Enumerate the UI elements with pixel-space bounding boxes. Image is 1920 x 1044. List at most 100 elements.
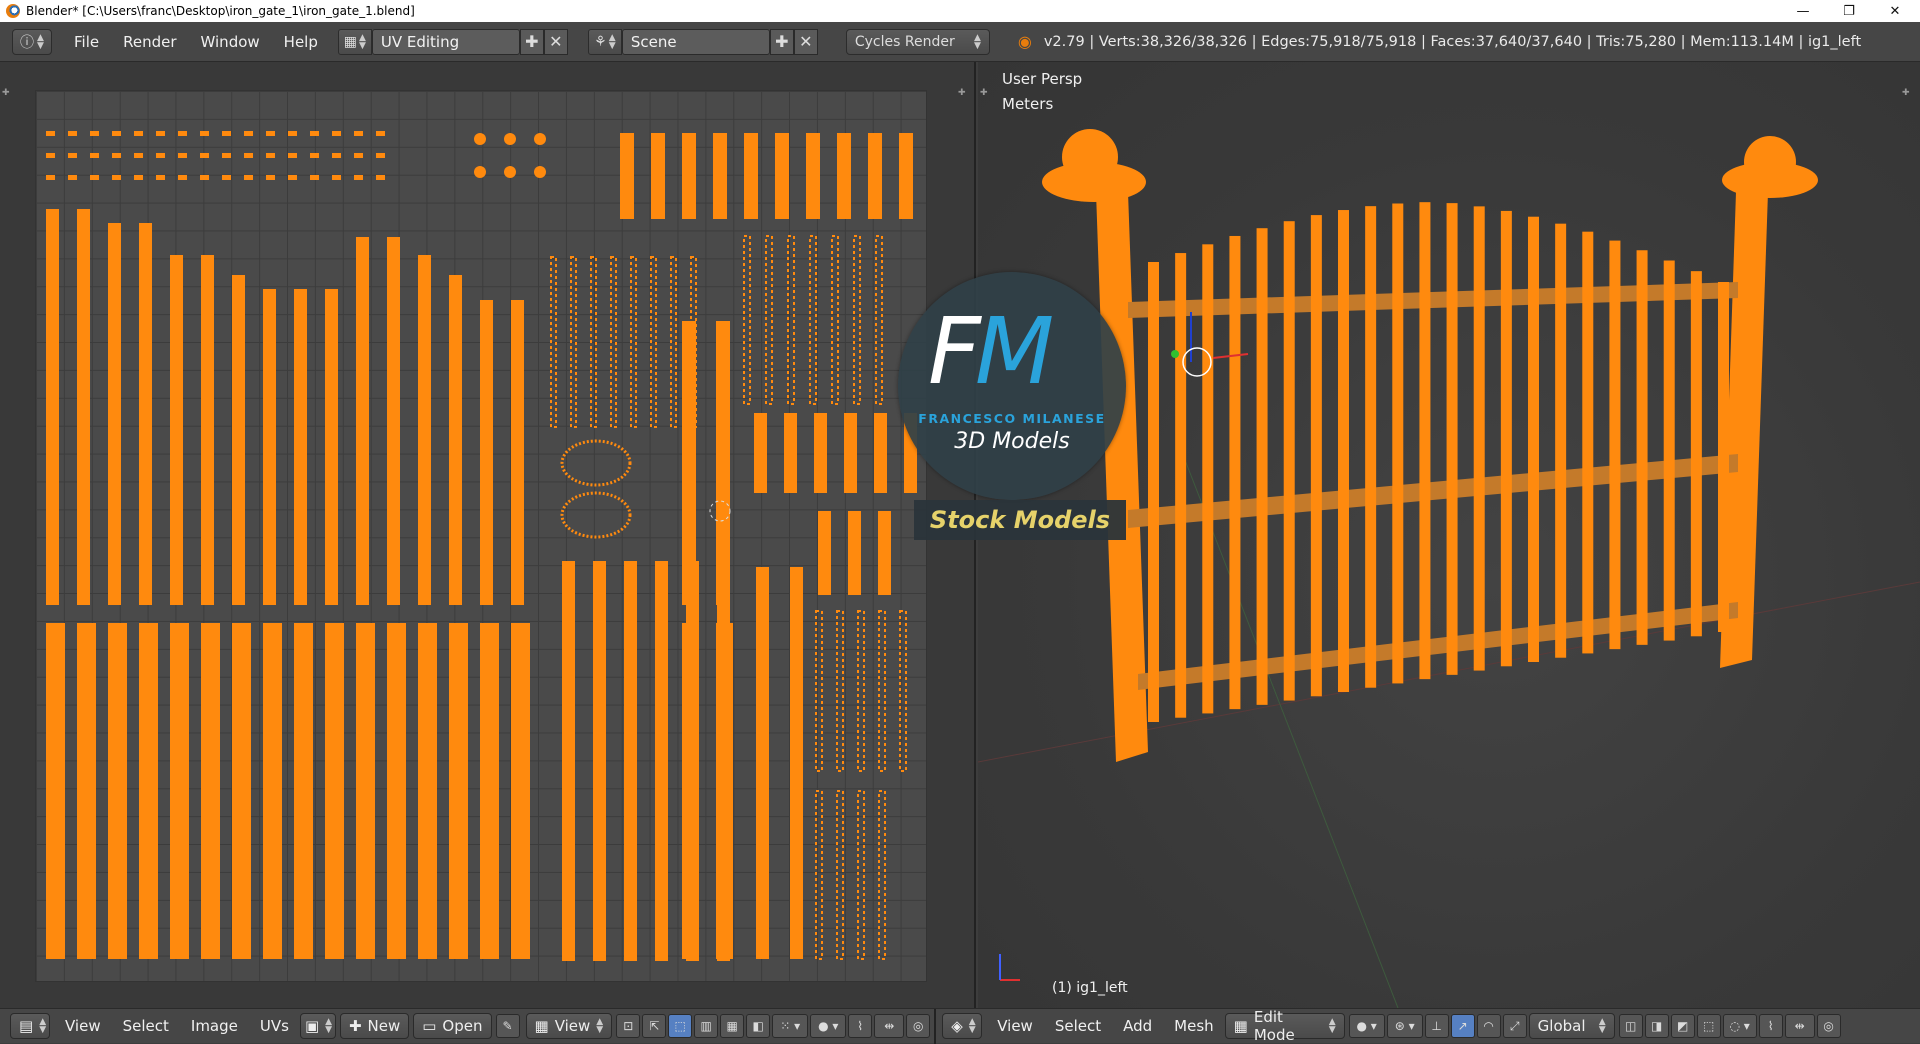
uv-small-island	[68, 153, 77, 158]
uv-short-bar	[837, 133, 851, 219]
maximize-button[interactable]: ❐	[1826, 0, 1872, 22]
uv-small-island	[288, 175, 297, 180]
uv-small-island	[354, 153, 363, 158]
uv-menu-view[interactable]: View	[54, 1017, 112, 1035]
uv-small-island	[376, 175, 385, 180]
uv-tapered-bar	[139, 623, 158, 959]
new-image-button[interactable]: ✚ New	[339, 1013, 410, 1039]
uv-long-bar	[108, 223, 121, 605]
sync-selection-icon[interactable]: ⇱	[642, 1014, 667, 1038]
island-select-icon[interactable]: ◧	[746, 1014, 771, 1038]
view-mode-dropdown[interactable]: ▦ View ▲ ▼	[525, 1013, 613, 1039]
vertex-select-icon[interactable]: ⬚	[668, 1014, 693, 1038]
uv-small-island	[244, 175, 253, 180]
uv-small-island	[266, 175, 275, 180]
viewport-editor-type-button[interactable]: ◈ ▲ ▼	[942, 1013, 983, 1039]
editor-type-info-button[interactable]: ⓘ ▲ ▼	[12, 28, 52, 55]
image-browse-button[interactable]: ▣ ▲ ▼	[299, 1013, 336, 1039]
gate-picket	[1229, 235, 1241, 710]
add-scene-button[interactable]: ✚	[769, 28, 794, 55]
uv-short-bar	[868, 133, 882, 219]
vp-menu-add[interactable]: Add	[1112, 1017, 1163, 1035]
menu-window[interactable]: Window	[189, 28, 272, 56]
face-mode-icon[interactable]: ◩	[1670, 1014, 1695, 1038]
uv-thin-column	[743, 235, 751, 405]
open-image-button[interactable]: ▭ Open	[413, 1013, 492, 1039]
transform-orientation-dropdown[interactable]: Global ▲ ▼	[1528, 1013, 1615, 1039]
limit-selection-icon[interactable]: ⬚	[1696, 1014, 1721, 1038]
vertex-mode-icon[interactable]: ◫	[1618, 1014, 1643, 1038]
close-window-button[interactable]: ✕	[1872, 0, 1918, 22]
folder-icon: ▭	[422, 1017, 437, 1035]
plus-icon: ✚	[775, 32, 789, 51]
uv-grid-canvas[interactable]	[35, 90, 927, 982]
uv-long-bar	[449, 275, 462, 605]
uv-tapered-bar	[325, 623, 344, 959]
uv-small-island	[266, 131, 275, 136]
scene-field[interactable]: Scene	[621, 28, 770, 55]
rotate-icon[interactable]: ◠	[1476, 1014, 1501, 1038]
screen-layout-field[interactable]: UV Editing	[371, 28, 520, 55]
scene-selector[interactable]: ⚘ ▲ ▼	[587, 28, 622, 55]
uv-small-island	[332, 131, 341, 136]
vp-menu-select[interactable]: Select	[1044, 1017, 1112, 1035]
pivot-icon[interactable]: ⊡	[616, 1014, 641, 1038]
sticky-select-icon[interactable]: ⁙ ▾	[772, 1014, 809, 1038]
uv-thin-column	[610, 256, 617, 428]
minimize-button[interactable]: —	[1780, 0, 1826, 22]
scale-icon[interactable]: ⤢	[1502, 1014, 1527, 1038]
vp-snap-icon[interactable]: ⌇	[1758, 1014, 1783, 1038]
pivot-point-icon[interactable]: ⊛ ▾	[1386, 1014, 1423, 1038]
image-editor-icon: ▤	[19, 1017, 34, 1035]
uv-image-editor[interactable]: ✚ ✚	[0, 62, 976, 1008]
uv-thin-column	[650, 256, 657, 428]
uv-thin-column	[809, 235, 817, 405]
delete-screen-button[interactable]: ✕	[543, 28, 568, 55]
properties-toggle-icon[interactable]: ✚	[958, 88, 966, 98]
uv-small-island	[156, 131, 165, 136]
translate-icon[interactable]: ↗	[1450, 1014, 1475, 1038]
mode-dropdown[interactable]: ▦ Edit Mode ▲ ▼	[1224, 1008, 1345, 1044]
uv-editor-type-button[interactable]: ▤ ▲ ▼	[10, 1013, 50, 1039]
render-engine-dropdown[interactable]: Cycles Render ▲ ▼	[845, 28, 990, 55]
shading-icon[interactable]: ● ▾	[1348, 1014, 1385, 1038]
menu-file[interactable]: File	[62, 28, 111, 56]
uv-menu-select[interactable]: Select	[112, 1017, 180, 1035]
menu-help[interactable]: Help	[272, 28, 330, 56]
add-screen-button[interactable]: ✚	[519, 28, 544, 55]
uv-menu-uvs[interactable]: UVs	[249, 1017, 300, 1035]
uv-tapered-bar	[46, 623, 65, 959]
manipulator-icon[interactable]: ⊥	[1424, 1014, 1449, 1038]
uv-tapered-bar	[201, 623, 220, 959]
vp-proportional-icon[interactable]: ◌ ▾	[1722, 1014, 1757, 1038]
face-select-icon[interactable]: ▦	[720, 1014, 745, 1038]
uv-thin-column	[857, 610, 865, 772]
uv-short-bar	[899, 133, 913, 219]
uv-tapered-bar	[480, 623, 499, 959]
snap-icon[interactable]: ⌇	[848, 1014, 873, 1038]
tool-shelf-toggle-icon[interactable]: ✚	[2, 88, 10, 98]
gate-picket	[1636, 250, 1648, 645]
menu-render[interactable]: Render	[111, 28, 188, 56]
gate-picket	[1338, 210, 1349, 692]
vp-snap-target-icon[interactable]: ⇹	[1784, 1014, 1815, 1038]
view-mode-icon: ▦	[534, 1017, 549, 1035]
vp-menu-mesh[interactable]: Mesh	[1163, 1017, 1225, 1035]
screen-layout-selector[interactable]: ▦ ▲ ▼	[337, 28, 372, 55]
proportional-edit-icon[interactable]: ● ▾	[810, 1014, 847, 1038]
uv-thin-column	[765, 235, 773, 405]
uv-rosette-island	[504, 166, 516, 178]
uv-long-bar	[139, 223, 152, 605]
uv-extra-icon[interactable]: ◎	[906, 1014, 931, 1038]
gate-picket	[1555, 223, 1567, 658]
pin-icon[interactable]: ✎	[495, 1014, 520, 1038]
delete-scene-button[interactable]: ✕	[793, 28, 818, 55]
vp-menu-view[interactable]: View	[986, 1017, 1044, 1035]
uv-long-bar	[480, 300, 493, 605]
edge-mode-icon[interactable]: ◨	[1644, 1014, 1669, 1038]
vp-extra-icon[interactable]: ◎	[1816, 1014, 1841, 1038]
uv-small-island	[46, 153, 55, 158]
uv-menu-image[interactable]: Image	[180, 1017, 249, 1035]
snap-target-icon[interactable]: ⇹	[874, 1014, 905, 1038]
edge-select-icon[interactable]: ▥	[694, 1014, 719, 1038]
